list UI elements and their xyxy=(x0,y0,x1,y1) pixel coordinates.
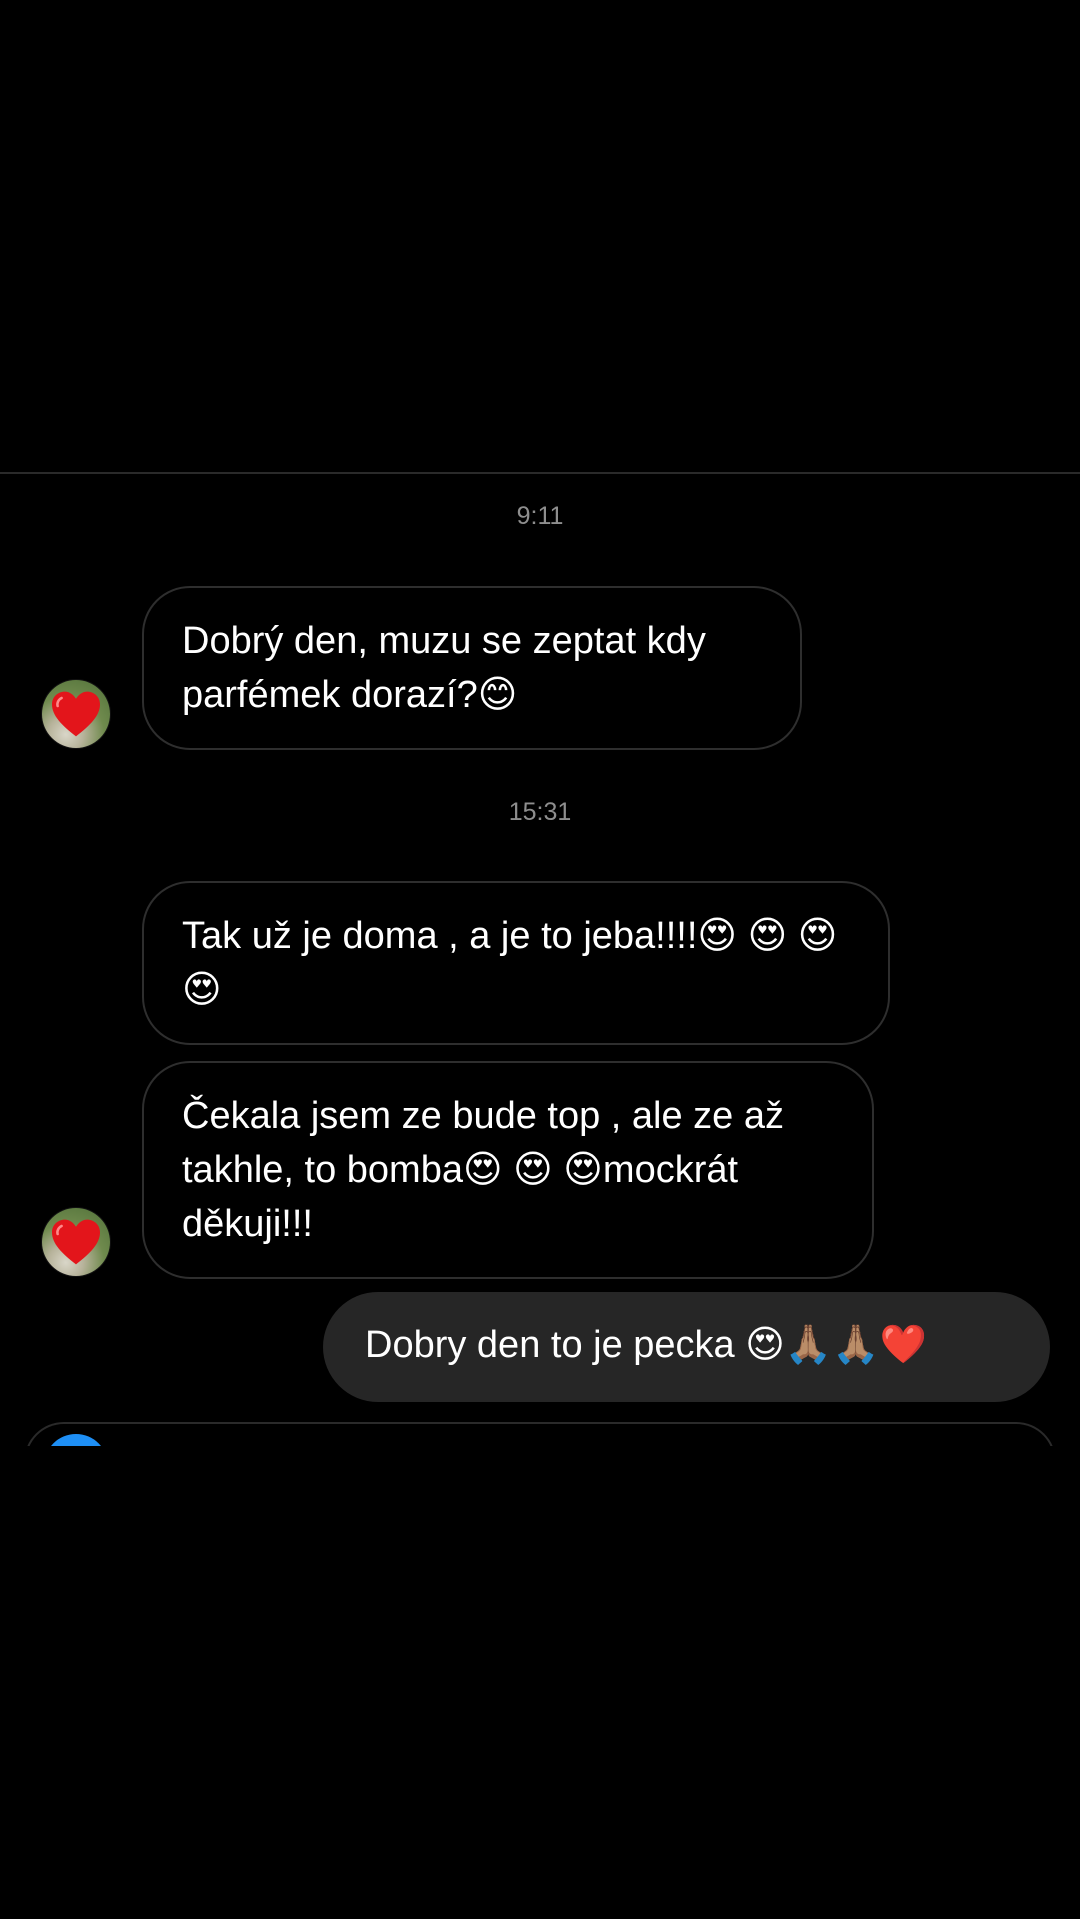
message-text: Tak už je doma , a je to jeba!!!!😍 😍 😍 😍 xyxy=(182,915,838,1011)
timestamp: 15:31 xyxy=(508,798,572,826)
message-bubble-received[interactable]: Tak už je doma , a je to jeba!!!!😍 😍 😍 😍 xyxy=(142,881,890,1045)
message-text: Dobry den to je pecka 😍🙏🏽🙏🏽❤️ xyxy=(365,1324,927,1366)
heart-icon xyxy=(52,1219,100,1265)
timestamp: 9:11 xyxy=(516,502,564,530)
chat-screen: 9:11 Dobrý den, muzu se zeptat kdy parfé… xyxy=(0,0,1080,1919)
blank-area xyxy=(0,1446,1080,1919)
message-text: Čekala jsem ze bude top , ale ze až takh… xyxy=(182,1095,785,1245)
message-bubble-received[interactable]: Čekala jsem ze bude top , ale ze až takh… xyxy=(142,1061,874,1279)
message-text: Dobrý den, muzu se zeptat kdy parfémek d… xyxy=(182,620,706,716)
message-bubble-sent[interactable]: Dobry den to je pecka 😍🙏🏽🙏🏽❤️ xyxy=(323,1292,1050,1402)
avatar[interactable] xyxy=(42,1208,110,1276)
heart-icon xyxy=(52,691,100,737)
header-divider xyxy=(0,472,1080,474)
message-bubble-received[interactable]: Dobrý den, muzu se zeptat kdy parfémek d… xyxy=(142,586,802,750)
avatar[interactable] xyxy=(42,680,110,748)
